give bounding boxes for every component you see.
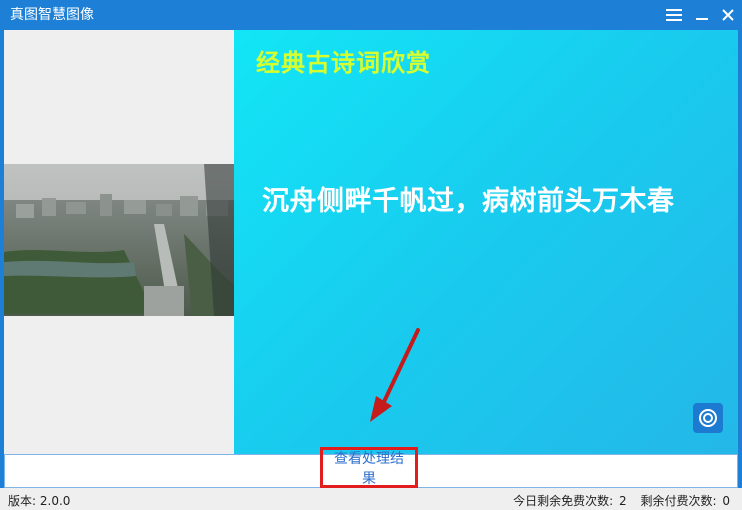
view-result-button[interactable]: 查看处理结果 <box>320 447 418 488</box>
camera-icon[interactable] <box>693 403 723 433</box>
window-title: 真图智慧图像 <box>10 7 94 23</box>
status-bar: 版本: 2.0.0 今日剩余免费次数: 2 剩余付费次数: 0 <box>0 488 742 510</box>
close-icon[interactable] <box>716 3 740 27</box>
poem-panel: 经典古诗词欣赏 沉舟侧畔千帆过，病树前头万木春 <box>234 30 738 454</box>
version-label: 版本: <box>8 494 37 508</box>
city-photo <box>4 164 234 316</box>
version-info: 版本: 2.0.0 <box>8 492 70 509</box>
paid-count-value: 0 <box>722 494 730 508</box>
free-count-value: 2 <box>619 494 627 508</box>
image-preview-pane <box>4 30 234 454</box>
paid-count-label: 剩余付费次数: <box>640 494 717 508</box>
app-window: 真图智慧图像 经典古诗词欣赏 沉舟侧畔千帆过，病树前头万木春 查看处理结果 版本… <box>0 0 742 510</box>
minimize-icon[interactable] <box>690 3 714 27</box>
poem-heading: 经典古诗词欣赏 <box>256 49 431 77</box>
poem-line: 沉舟侧畔千帆过，病树前头万木春 <box>262 186 675 217</box>
annotation-arrow <box>370 328 420 422</box>
version-value: 2.0.0 <box>39 494 71 508</box>
title-bar: 真图智慧图像 <box>0 0 742 30</box>
usage-counts: 今日剩余免费次数: 2 剩余付费次数: 0 <box>511 492 730 509</box>
free-count-label: 今日剩余免费次数: <box>513 494 614 508</box>
hamburger-menu-icon[interactable] <box>662 3 686 27</box>
